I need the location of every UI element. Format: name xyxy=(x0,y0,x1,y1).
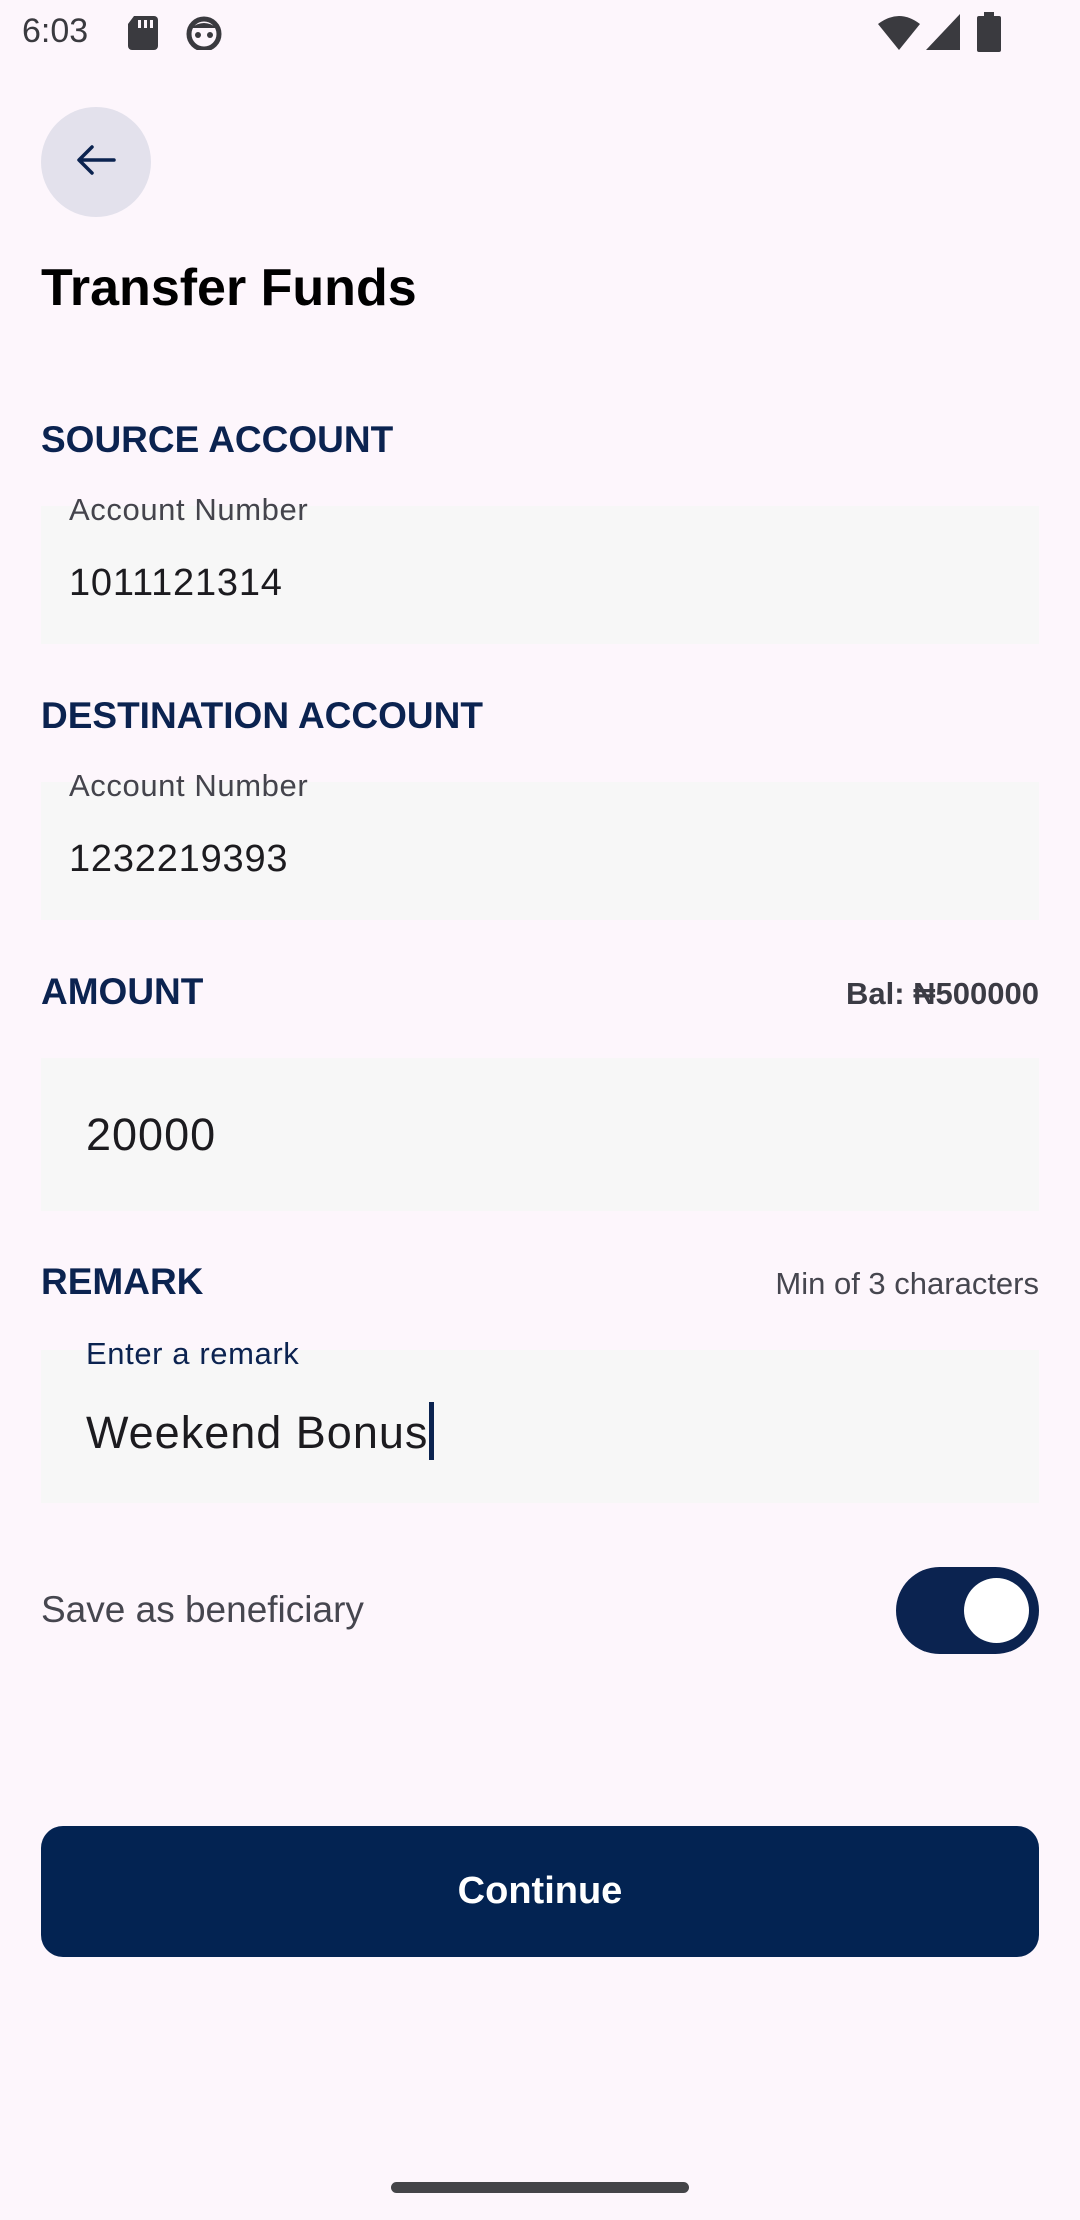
source-account-field[interactable]: Account Number 1011121314 xyxy=(41,492,1039,644)
balance-text: Bal: ₦500000 xyxy=(845,976,1039,1011)
remark-value: Weekend Bonus xyxy=(86,1407,429,1458)
amount-field[interactable]: 20000 xyxy=(41,1058,1039,1211)
amount-value: 20000 xyxy=(86,1109,217,1160)
page-title: Transfer Funds xyxy=(41,259,417,317)
signal-icon xyxy=(926,14,960,55)
android-face-icon xyxy=(186,16,222,55)
destination-account-value: 1232219393 xyxy=(69,838,289,880)
arrow-left-icon xyxy=(72,136,120,189)
continue-button[interactable]: Continue xyxy=(41,1826,1039,1957)
save-beneficiary-toggle[interactable] xyxy=(896,1567,1039,1654)
status-bar: 6:03 xyxy=(0,0,1080,64)
amount-label: AMOUNT xyxy=(41,971,204,1012)
remark-value-wrap: Weekend Bonus xyxy=(86,1402,435,1460)
destination-account-label: DESTINATION ACCOUNT xyxy=(41,695,483,736)
sd-card-icon xyxy=(128,16,158,55)
save-beneficiary-label: Save as beneficiary xyxy=(41,1589,364,1630)
source-account-label: SOURCE ACCOUNT xyxy=(41,419,394,460)
status-time: 6:03 xyxy=(22,12,89,50)
destination-account-field[interactable]: Account Number 1232219393 xyxy=(41,768,1039,920)
destination-account-field-label: Account Number xyxy=(69,768,309,803)
toggle-knob xyxy=(964,1578,1029,1643)
source-account-value: 1011121314 xyxy=(69,562,283,604)
back-button[interactable] xyxy=(41,107,151,217)
remark-label: REMARK xyxy=(41,1261,204,1302)
text-cursor xyxy=(429,1402,435,1460)
battery-icon xyxy=(977,12,1001,57)
gesture-nav-bar[interactable] xyxy=(391,2182,689,2193)
remark-hint: Min of 3 characters xyxy=(775,1266,1039,1301)
remark-field-label: Enter a remark xyxy=(86,1336,300,1371)
wifi-icon xyxy=(878,16,920,55)
source-account-field-label: Account Number xyxy=(69,492,309,527)
remark-field[interactable]: Enter a remark Weekend Bonus xyxy=(41,1336,1039,1503)
